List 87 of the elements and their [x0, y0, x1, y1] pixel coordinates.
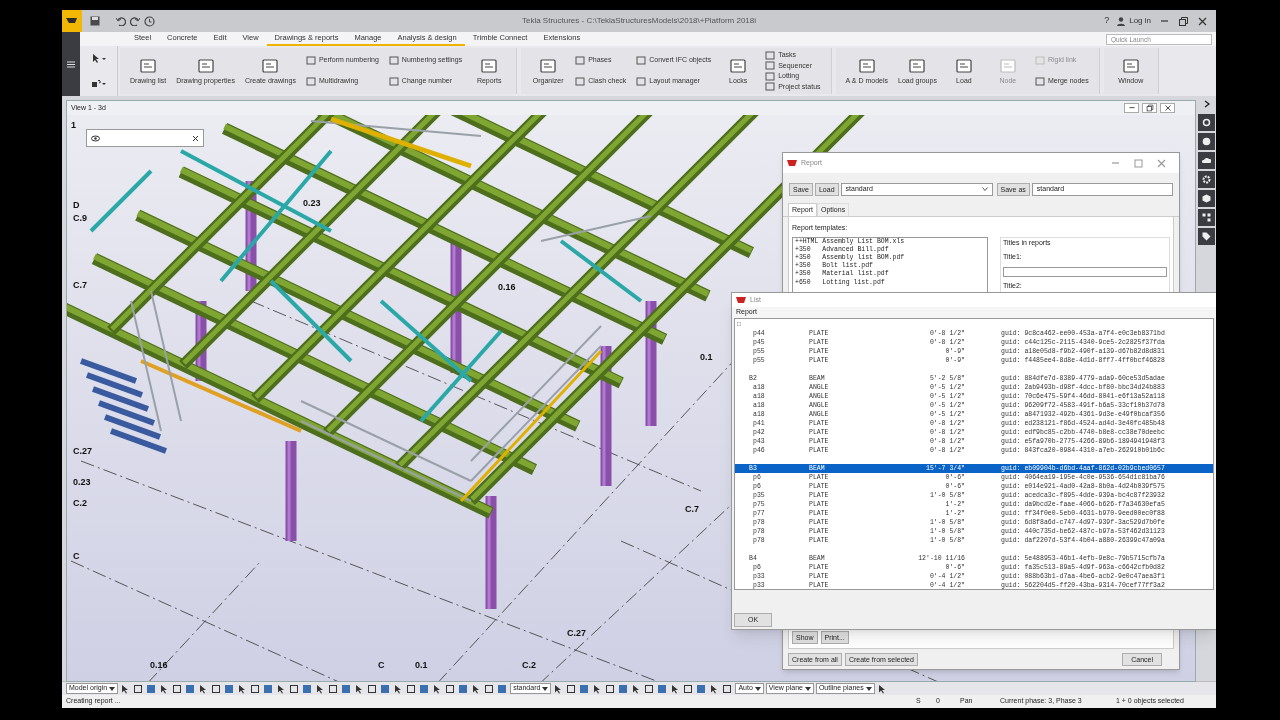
toolbar-icon[interactable]: [406, 683, 418, 694]
grid-label: C: [73, 552, 80, 561]
tool-icon: [305, 56, 316, 65]
grid-label: 0.23: [73, 478, 91, 487]
login-link[interactable]: Log in: [1129, 15, 1151, 27]
undo-icon[interactable]: [116, 16, 126, 26]
toolbar-icon[interactable]: [644, 683, 656, 694]
toolbar-icon[interactable]: [722, 683, 734, 694]
close-icon[interactable]: [192, 134, 199, 142]
cloud-icon[interactable]: [1202, 156, 1211, 165]
eye-icon: [91, 134, 100, 142]
history-icon[interactable]: [144, 15, 155, 27]
tag-icon[interactable]: [1202, 232, 1211, 241]
tool-icon: [765, 82, 776, 92]
grid-label: 0.1: [415, 661, 428, 670]
title1-field[interactable]: [1003, 266, 1167, 277]
chevron-down-icon: [804, 686, 811, 691]
tool-icon: [388, 77, 399, 86]
grid-label: 0.23: [303, 199, 321, 208]
tool-icon: [856, 57, 877, 74]
toolbar-icon[interactable]: [683, 683, 695, 694]
tool-icon: [388, 56, 399, 65]
toolbar-icon[interactable]: [133, 683, 145, 694]
grid-label: C.2: [522, 661, 536, 670]
tool-icon: [479, 57, 500, 74]
chevron-down-icon: [865, 686, 872, 691]
grid-label: C.27: [73, 447, 92, 456]
tool-icon: [907, 57, 928, 74]
grid-label: C: [378, 661, 385, 670]
grid-label: D: [73, 201, 80, 210]
toolbar-icon[interactable]: [328, 683, 340, 694]
grid-label: 0.16: [498, 283, 516, 292]
tool-icon: [636, 56, 647, 65]
menu-icon[interactable]: [67, 60, 75, 68]
tool-icon: [1034, 77, 1045, 86]
close-icon[interactable]: [1163, 104, 1172, 112]
toolbar-icon[interactable]: [367, 683, 379, 694]
grid-label: C.2: [73, 499, 87, 508]
tool-icon: [765, 71, 776, 81]
window-title: Tekla Structures - C:\TeklaStructuresModels\2018\+Platform 2018i: [521, 15, 757, 27]
tool-icon: [305, 77, 316, 86]
chevron-down-icon: [542, 686, 549, 691]
grid-label: C.7: [73, 281, 87, 290]
chevron-down-icon: [109, 686, 116, 691]
chevron-down-icon: [981, 187, 988, 191]
grid-label: 0.1: [700, 353, 713, 362]
restore-icon[interactable]: [1145, 104, 1154, 112]
tool-icon: [575, 77, 586, 86]
toolbar-icon[interactable]: [172, 683, 184, 694]
tool-icon: [636, 77, 647, 86]
tool-icon: [575, 56, 586, 65]
tool-icon: [765, 61, 776, 71]
tool-icon: [997, 57, 1018, 74]
tool-icon: [1120, 57, 1141, 74]
pointer-icon[interactable]: [91, 54, 106, 63]
chevron-right-icon[interactable]: [1202, 100, 1211, 108]
grid-label: C.7: [685, 505, 699, 514]
toolbar-icon[interactable]: [566, 683, 578, 694]
settings-icon[interactable]: [1202, 175, 1211, 184]
cube-icon[interactable]: [1202, 194, 1211, 203]
grid-label: 0.16: [150, 661, 168, 670]
tool-icon: [195, 57, 216, 74]
help-button[interactable]: ?: [1104, 14, 1110, 28]
close-icon[interactable]: [1197, 15, 1208, 27]
save-icon[interactable]: [90, 16, 100, 26]
tool-icon: [953, 57, 974, 74]
toolbar-icon[interactable]: [250, 683, 262, 694]
grid-label: C.27: [567, 629, 586, 638]
chevron-down-icon: [754, 686, 761, 691]
tool-icon: [765, 50, 776, 60]
toolbar-icon[interactable]: [605, 683, 617, 694]
toolbar-icon[interactable]: [445, 683, 457, 694]
tool-icon: [138, 57, 159, 74]
select-filter-icon[interactable]: [91, 79, 106, 88]
tool-icon: [728, 57, 749, 74]
restore-icon[interactable]: [1178, 15, 1189, 27]
toolbar-icon[interactable]: [484, 683, 496, 694]
toolbar-icon[interactable]: [211, 683, 223, 694]
grid-label: C.9: [73, 214, 87, 223]
grid-icon[interactable]: [1202, 213, 1211, 222]
grid-label: 1: [71, 121, 76, 130]
tool-icon: [538, 57, 559, 74]
user-icon: [1117, 16, 1126, 26]
tool-icon: [260, 57, 281, 74]
tool-icon: [1034, 56, 1045, 65]
toolbar-icon[interactable]: [289, 683, 301, 694]
redo-icon[interactable]: [130, 16, 140, 26]
